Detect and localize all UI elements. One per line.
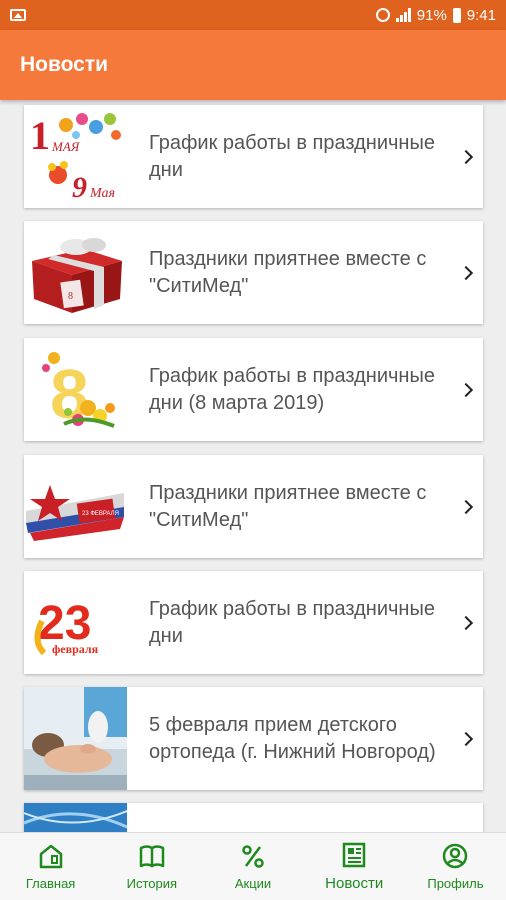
alarm-icon [375, 8, 390, 22]
gift-box-image: 8 [24, 221, 127, 324]
dna-image [24, 803, 127, 832]
percent-icon [242, 845, 264, 868]
nav-item-news[interactable]: Новости [304, 833, 405, 900]
profile-icon [443, 843, 468, 869]
nav-item-history[interactable]: История [101, 833, 202, 900]
nav-label: Главная [25, 876, 76, 891]
news-title: График работы в праздничные дни [149, 131, 435, 181]
news-item[interactable]: 23 ФЕВРАЛЯ Праздники приятнее вместе с "… [24, 455, 483, 558]
nav-label: Профиль [427, 876, 484, 891]
svg-text:23 ФЕВРАЛЯ: 23 ФЕВРАЛЯ [82, 511, 119, 517]
page-title: Новости [20, 53, 109, 76]
newspaper-icon [342, 842, 366, 868]
news-item[interactable]: 23 февраля График работы в праздничные д… [24, 571, 483, 674]
feb-23-star-image: 23 ФЕВРАЛЯ [24, 455, 127, 558]
image-notification-icon [10, 9, 26, 21]
svg-text:февраля: февраля [52, 642, 99, 656]
nav-label: Новости [325, 875, 384, 892]
nav-item-profile[interactable]: Профиль [405, 833, 506, 900]
app-bar: Новости [0, 30, 506, 100]
news-list[interactable]: 1 МАЯ 9 Мая График работы в праздничные … [0, 100, 506, 832]
status-time: 9:41 [466, 6, 496, 24]
news-title: График работы в праздничные дни [149, 597, 435, 647]
news-item[interactable]: 5 февраля прием детского ортопеда (г. Ни… [24, 687, 483, 790]
nav-item-promotions[interactable]: Акции [202, 833, 303, 900]
svg-text:МАЯ: МАЯ [51, 139, 81, 154]
news-item[interactable] [24, 803, 483, 832]
news-title: Праздники приятнее вместе с "СитиМед" [149, 247, 427, 297]
news-title: 5 февраля прием детского ортопеда (г. Ни… [149, 713, 436, 763]
orthopedist-photo [24, 687, 127, 790]
svg-text:Мая: Мая [89, 186, 115, 201]
bottom-nav: Главная История Акции Новости Профиль [0, 832, 506, 900]
nav-label: Акции [234, 876, 272, 891]
book-icon [139, 845, 165, 868]
battery-icon [452, 7, 461, 23]
news-item[interactable]: 8 Праздники приятнее вместе с "СитиМед" [24, 221, 483, 324]
svg-text:9: 9 [72, 171, 87, 204]
home-icon [39, 844, 62, 869]
news-item[interactable]: 8 График работы в праздничные дни (8 мар… [24, 338, 483, 441]
news-title: График работы в праздничные дни (8 марта… [149, 364, 435, 414]
feb-23-image: 23 февраля [24, 571, 127, 674]
svg-text:8: 8 [68, 291, 73, 302]
may-holidays-image: 1 МАЯ 9 Мая [24, 105, 127, 208]
battery-percent: 91% [416, 6, 447, 24]
news-item[interactable]: 1 МАЯ 9 Мая График работы в праздничные … [24, 105, 483, 208]
nav-item-home[interactable]: Главная [0, 833, 101, 900]
svg-text:1: 1 [30, 113, 50, 158]
march-8-image: 8 [24, 338, 127, 441]
nav-label: История [126, 876, 178, 891]
status-bar: 91% 9:41 [0, 0, 506, 30]
signal-icon [395, 8, 411, 22]
news-title: Праздники приятнее вместе с "СитиМед" [149, 481, 427, 531]
